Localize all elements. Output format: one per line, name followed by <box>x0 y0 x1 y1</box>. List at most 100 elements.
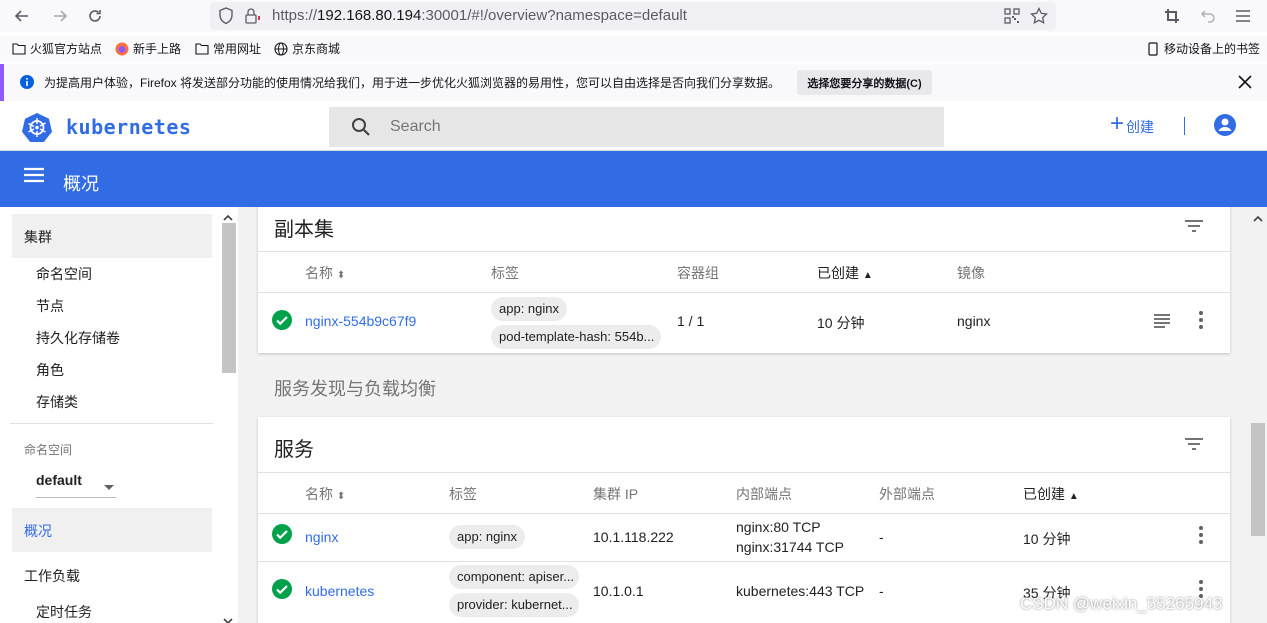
plus-icon: + <box>1110 110 1125 137</box>
sidebar-item-cluster[interactable]: 集群 <box>12 214 212 258</box>
lock-warning-icon[interactable] <box>244 7 262 28</box>
label-chip: app: nginx <box>491 297 567 321</box>
telemetry-notification: 为提高用户体验，Firefox 将发送部分功能的使用情况给我们，用于进一步优化火… <box>0 64 1267 101</box>
column-header-external-endpoints: 外部端点 <box>879 486 935 502</box>
card-title: 服务 <box>274 439 314 461</box>
page-title-bar: 概况 <box>0 151 1267 207</box>
bookmark-star-icon[interactable] <box>1030 6 1048 28</box>
filter-icon[interactable] <box>1184 437 1204 454</box>
account-icon[interactable] <box>1214 114 1236 139</box>
label-chip: app: nginx <box>449 525 525 549</box>
more-vert-icon[interactable] <box>1199 526 1203 547</box>
mobile-bookmarks-label: 移动设备上的书签 <box>1164 42 1261 56</box>
close-icon[interactable] <box>1238 72 1252 95</box>
reload-icon[interactable] <box>83 4 107 28</box>
scroll-up-icon[interactable] <box>223 209 233 225</box>
qr-code-icon[interactable] <box>1004 8 1020 27</box>
sidebar-item-overview[interactable]: 概况 <box>12 508 212 552</box>
namespace-value: default <box>36 472 82 488</box>
choose-data-button[interactable]: 选择您要分享的数据(C) <box>797 70 932 95</box>
bookmark-item[interactable]: 火狐官方站点 <box>12 40 102 57</box>
firefox-icon <box>115 42 129 56</box>
scroll-up-icon[interactable] <box>1253 210 1263 226</box>
label-chip: provider: kubernet... <box>449 593 579 617</box>
column-header-internal-endpoints: 内部端点 <box>736 486 792 502</box>
replicaset-name-link[interactable]: nginx-554b9c67f9 <box>305 313 416 329</box>
logo-text[interactable]: kubernetes <box>66 115 191 139</box>
globe-icon <box>274 41 288 56</box>
back-arrow-icon[interactable] <box>10 4 34 28</box>
sidebar-item-namespaces[interactable]: 命名空间 <box>36 264 92 284</box>
scroll-down-icon[interactable] <box>223 612 233 623</box>
bookmark-item[interactable]: 新手上路 <box>115 40 181 57</box>
screenshot-crop-icon[interactable] <box>1160 4 1184 28</box>
sidebar-item-storage-classes[interactable]: 存储类 <box>36 392 78 412</box>
sort-icon: ⬍ <box>336 270 346 281</box>
bookmark-label: 常用网址 <box>213 42 262 56</box>
mobile-bookmarks[interactable]: 移动设备上的书签 <box>1146 40 1260 57</box>
namespace-selector-label: 命名空间 <box>24 443 73 457</box>
label-chip: pod-template-hash: 554b... <box>491 325 661 349</box>
bookmark-item[interactable]: 常用网址 <box>195 40 261 57</box>
divider <box>258 251 1230 252</box>
more-vert-icon[interactable] <box>1199 311 1203 332</box>
undo-icon[interactable] <box>1196 4 1220 28</box>
image-name: nginx <box>957 313 991 329</box>
internal-endpoint: nginx:80 TCP <box>736 519 821 535</box>
replicasets-card: 副本集 名称 ⬍ 标签 容器组 已创建 ▲ 镜像 nginx-554b9c67f… <box>258 207 1230 353</box>
success-check-icon <box>272 310 292 333</box>
bookmark-item[interactable]: 京东商城 <box>274 40 340 57</box>
sidebar: 集群 命名空间 节点 持久化存储卷 角色 存储类 命名空间 default 概况… <box>0 207 238 623</box>
mobile-device-icon <box>1146 41 1160 56</box>
url-text[interactable]: https://192.168.80.194:30001/#!/overview… <box>272 7 687 24</box>
sidebar-item-roles[interactable]: 角色 <box>36 360 64 380</box>
divider <box>258 472 1230 473</box>
column-header-created[interactable]: 已创建 ▲ <box>1023 484 1079 504</box>
external-endpoint: - <box>879 529 884 545</box>
column-header-labels: 标签 <box>491 265 519 281</box>
header-divider <box>1184 117 1185 135</box>
success-check-icon <box>272 579 292 602</box>
main-content: 副本集 名称 ⬍ 标签 容器组 已创建 ▲ 镜像 nginx-554b9c67f… <box>238 207 1267 623</box>
internal-endpoint: nginx:31744 TCP <box>736 539 844 555</box>
bookmark-label: 新手上路 <box>133 42 182 56</box>
sidebar-item-cronjobs[interactable]: 定时任务 <box>36 602 92 622</box>
dropdown-arrow-icon <box>104 478 114 494</box>
column-header-created[interactable]: 已创建 ▲ <box>817 263 873 283</box>
service-name-link[interactable]: nginx <box>305 529 338 545</box>
sort-up-icon: ▲ <box>862 270 873 281</box>
internal-endpoint: kubernetes:443 TCP <box>736 583 865 599</box>
sidebar-item-nodes[interactable]: 节点 <box>36 296 64 316</box>
search-input[interactable]: Search <box>329 107 944 147</box>
forward-arrow-icon[interactable] <box>48 4 72 28</box>
cluster-ip: 10.1.0.1 <box>593 583 644 599</box>
section-heading: 服务发现与负载均衡 <box>274 379 436 399</box>
main-scrollbar[interactable] <box>1249 207 1267 623</box>
bookmark-label: 京东商城 <box>292 42 341 56</box>
menu-icon[interactable] <box>24 167 44 186</box>
hamburger-menu-icon[interactable] <box>1231 4 1255 28</box>
divider <box>258 561 1230 562</box>
service-name-link[interactable]: kubernetes <box>305 583 374 599</box>
pods-count: 1 / 1 <box>677 313 705 329</box>
column-header-name[interactable]: 名称 ⬍ <box>305 263 345 283</box>
cluster-ip: 10.1.118.222 <box>593 529 674 545</box>
filter-icon[interactable] <box>1184 219 1204 236</box>
folder-icon <box>195 42 209 56</box>
column-header-pods: 容器组 <box>677 265 719 281</box>
column-header-name[interactable]: 名称 ⬍ <box>305 484 345 504</box>
url-bar[interactable]: https://192.168.80.194:30001/#!/overview… <box>210 2 1056 30</box>
kubernetes-logo-icon[interactable] <box>22 112 52 145</box>
sidebar-divider <box>10 423 213 424</box>
sidebar-scrollbar-thumb[interactable] <box>222 223 236 373</box>
bookmarks-bar: 火狐官方站点 新手上路 常用网址 京东商城 移动设备上的书签 <box>0 36 1267 62</box>
divider <box>258 292 1230 293</box>
namespace-select[interactable]: default <box>36 472 116 498</box>
create-button[interactable]: + 创建 <box>1110 111 1154 137</box>
sidebar-item-workloads[interactable]: 工作负载 <box>24 566 80 586</box>
logs-icon[interactable] <box>1154 314 1170 331</box>
shield-icon[interactable] <box>218 7 234 28</box>
search-icon <box>351 117 371 140</box>
sidebar-item-persistent-volumes[interactable]: 持久化存储卷 <box>36 328 120 348</box>
main-scrollbar-thumb[interactable] <box>1251 423 1265 536</box>
